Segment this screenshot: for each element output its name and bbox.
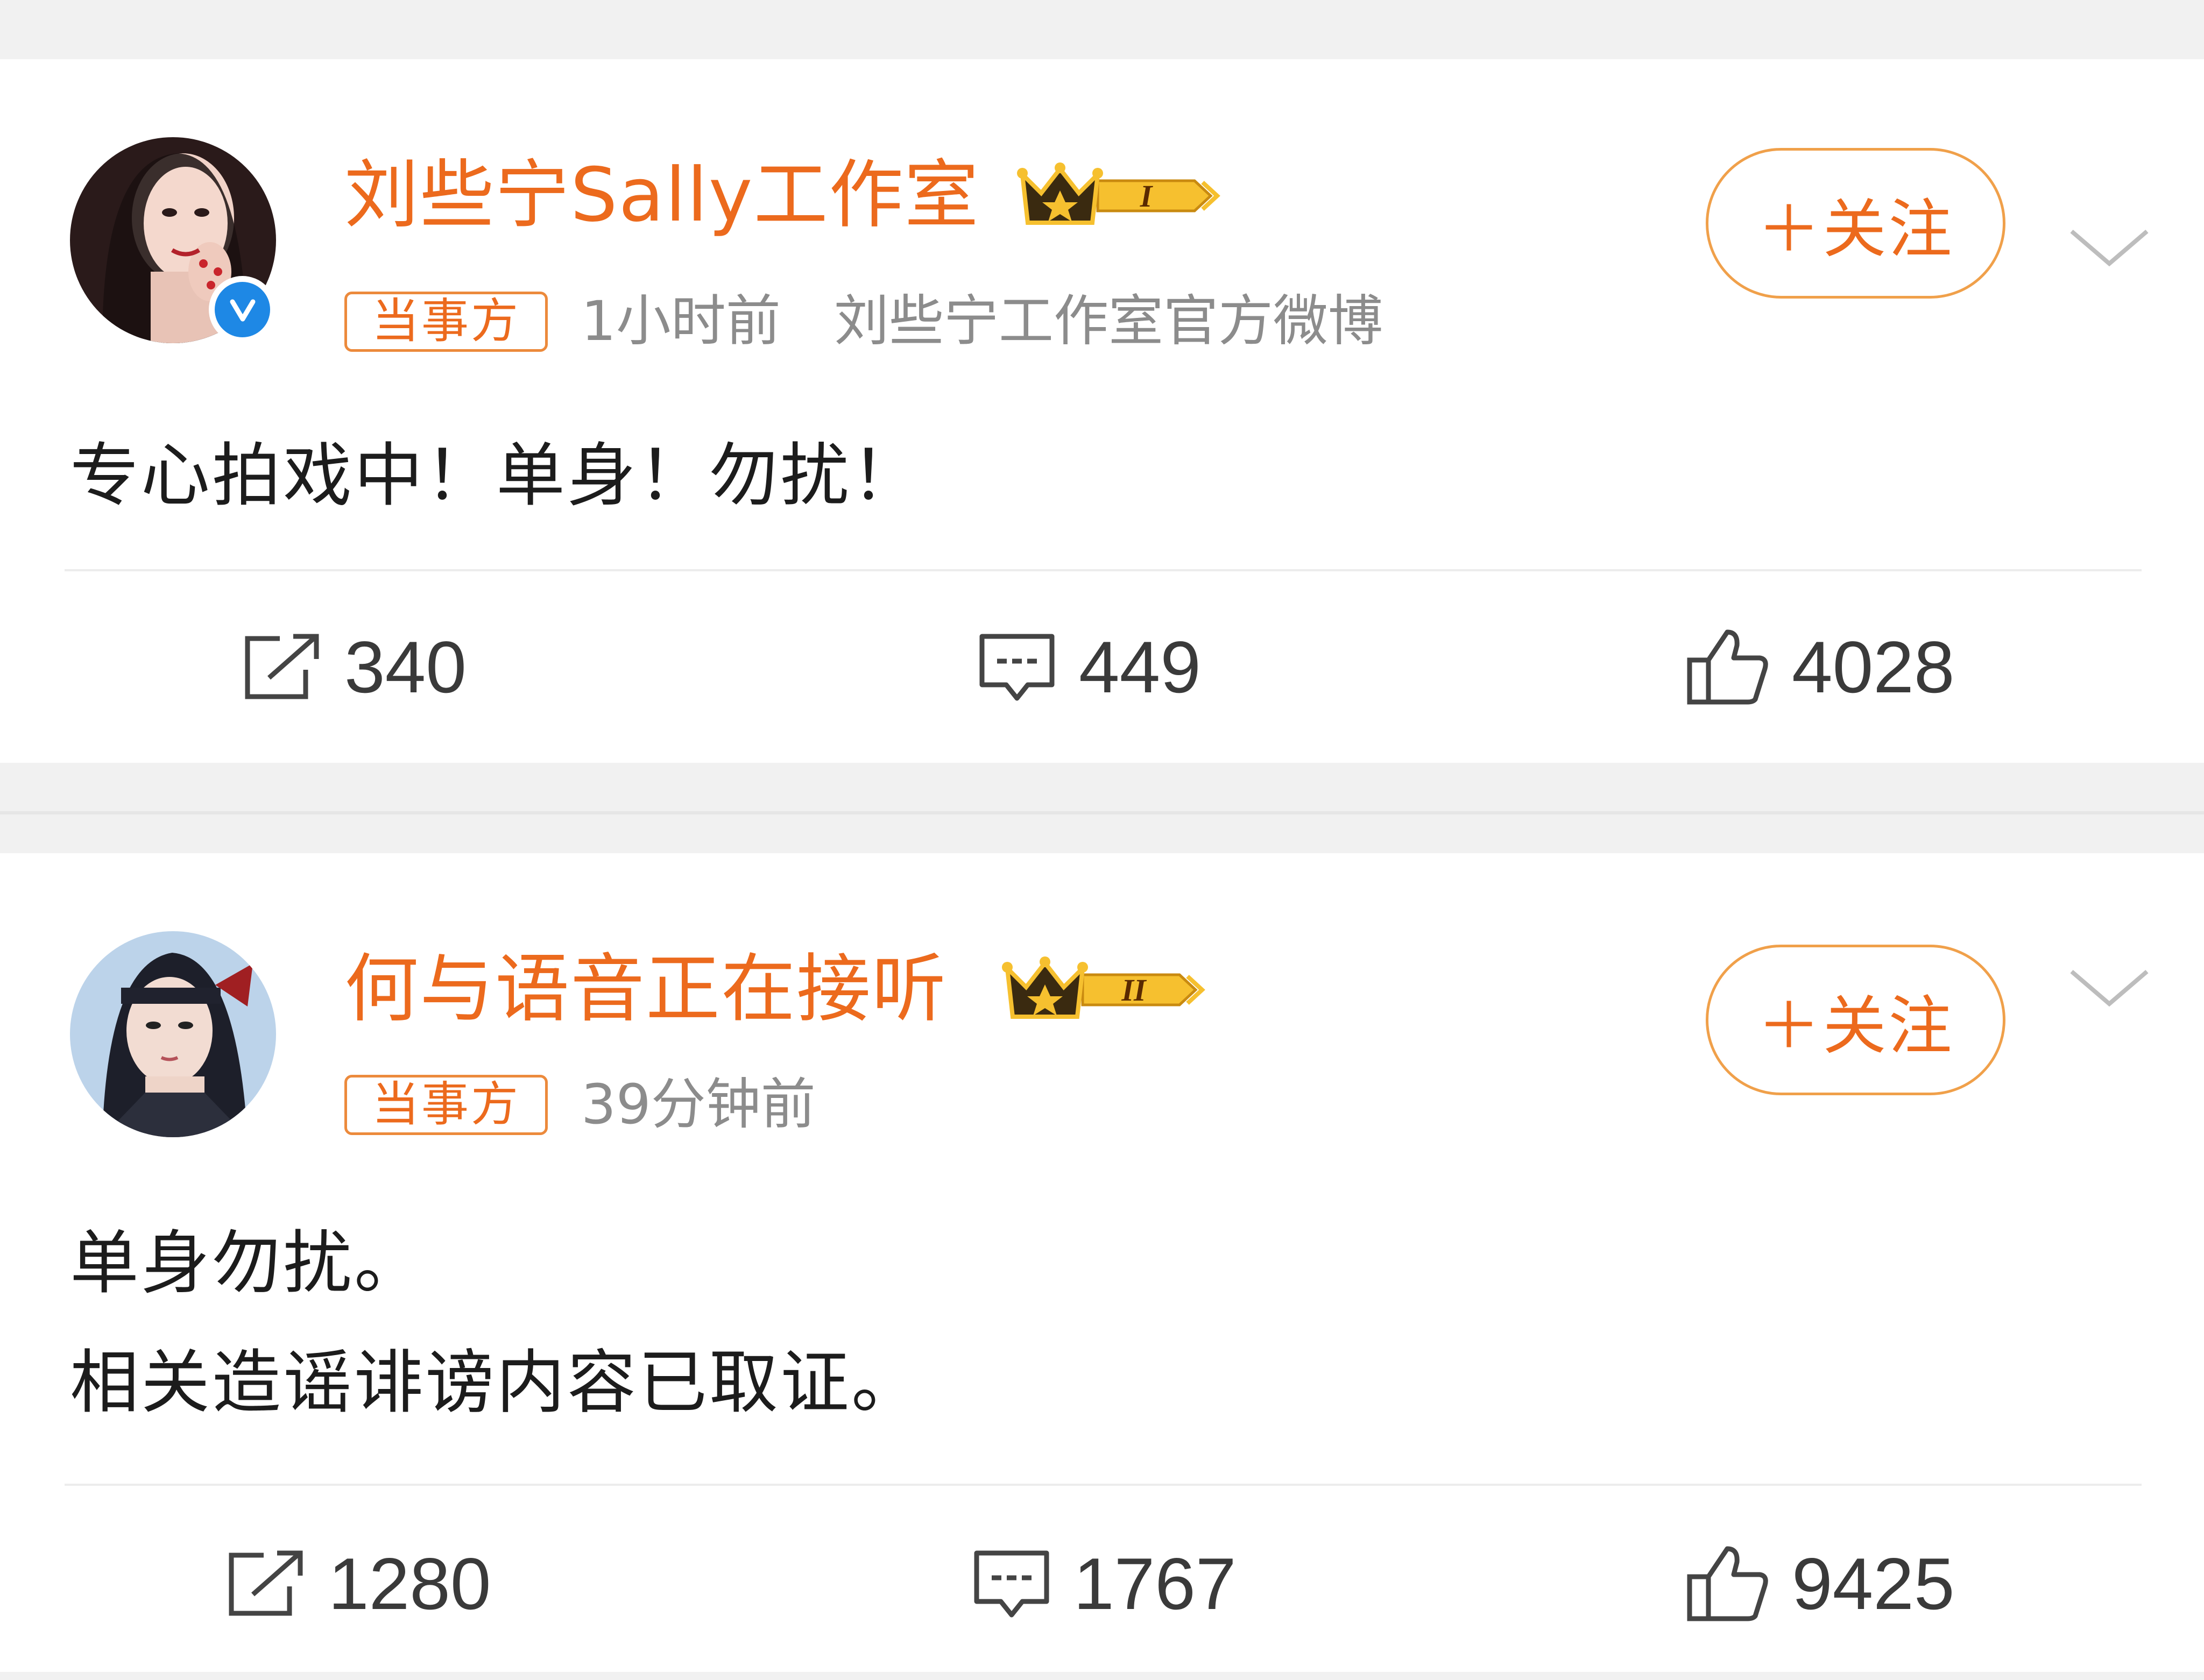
- avatar[interactable]: [70, 931, 276, 1137]
- repost-button[interactable]: 340: [242, 619, 467, 715]
- repost-icon: [229, 1550, 303, 1616]
- top-separator: [0, 0, 2204, 59]
- party-tag: 当事方: [344, 1075, 548, 1135]
- like-count: 9425: [1792, 1543, 1955, 1625]
- chevron-down-icon[interactable]: [2066, 955, 2152, 1020]
- post-source: 刘些宁工作室官方微博: [834, 289, 1383, 353]
- author-name[interactable]: 何与语音正在接听: [344, 949, 947, 1030]
- follow-button[interactable]: ＋关注: [1706, 945, 2005, 1095]
- comment-count: 1767: [1073, 1543, 1237, 1625]
- divider: [65, 1484, 2142, 1486]
- divider: [65, 569, 2142, 571]
- comment-button[interactable]: 449: [977, 619, 1201, 715]
- comment-icon: [974, 1550, 1049, 1617]
- post-separator: [0, 763, 2204, 853]
- post-content: 专心拍戏中！单身！勿扰！: [70, 436, 923, 516]
- crown-icon[interactable]: II: [1002, 952, 1212, 1030]
- like-button[interactable]: 4028: [1684, 619, 1955, 715]
- like-icon: [1687, 1546, 1768, 1621]
- post-time: 1小时前: [581, 289, 781, 353]
- comment-button[interactable]: 1767: [971, 1535, 1237, 1632]
- follow-button[interactable]: ＋关注: [1706, 148, 2005, 299]
- bottom-separator: [0, 1672, 2204, 1680]
- repost-icon: [245, 634, 319, 699]
- party-tag: 当事方: [344, 292, 548, 352]
- post-content-line: 单身勿扰。: [70, 1223, 426, 1303]
- post-time: 39分钟前: [581, 1073, 816, 1137]
- repost-count: 340: [344, 626, 467, 708]
- comment-icon: [979, 634, 1055, 700]
- avatar[interactable]: [70, 137, 276, 343]
- post-content-line: 相关造谣诽谤内容已取证。: [70, 1343, 923, 1423]
- chevron-down-icon[interactable]: [2066, 215, 2152, 280]
- post-card: 刘些宁Sally工作室 I 当事方 1小时前 刘些宁工作室官方微博 ＋关注 专心…: [0, 59, 2204, 763]
- repost-count: 1280: [328, 1543, 491, 1625]
- comment-count: 449: [1079, 626, 1201, 708]
- like-icon: [1687, 629, 1768, 705]
- crown-icon[interactable]: I: [1017, 158, 1227, 236]
- author-name[interactable]: 刘些宁Sally工作室: [344, 155, 980, 236]
- like-button[interactable]: 9425: [1684, 1535, 1955, 1632]
- like-count: 4028: [1792, 626, 1955, 708]
- level-badge: I: [1140, 179, 1154, 214]
- verified-icon: [209, 276, 276, 343]
- repost-button[interactable]: 1280: [226, 1535, 491, 1632]
- post-card: 何与语音正在接听 II 当事方 39分钟前 ＋关注 单身勿扰。 相关造谣诽谤内容…: [0, 853, 2204, 1672]
- level-badge: II: [1121, 973, 1147, 1008]
